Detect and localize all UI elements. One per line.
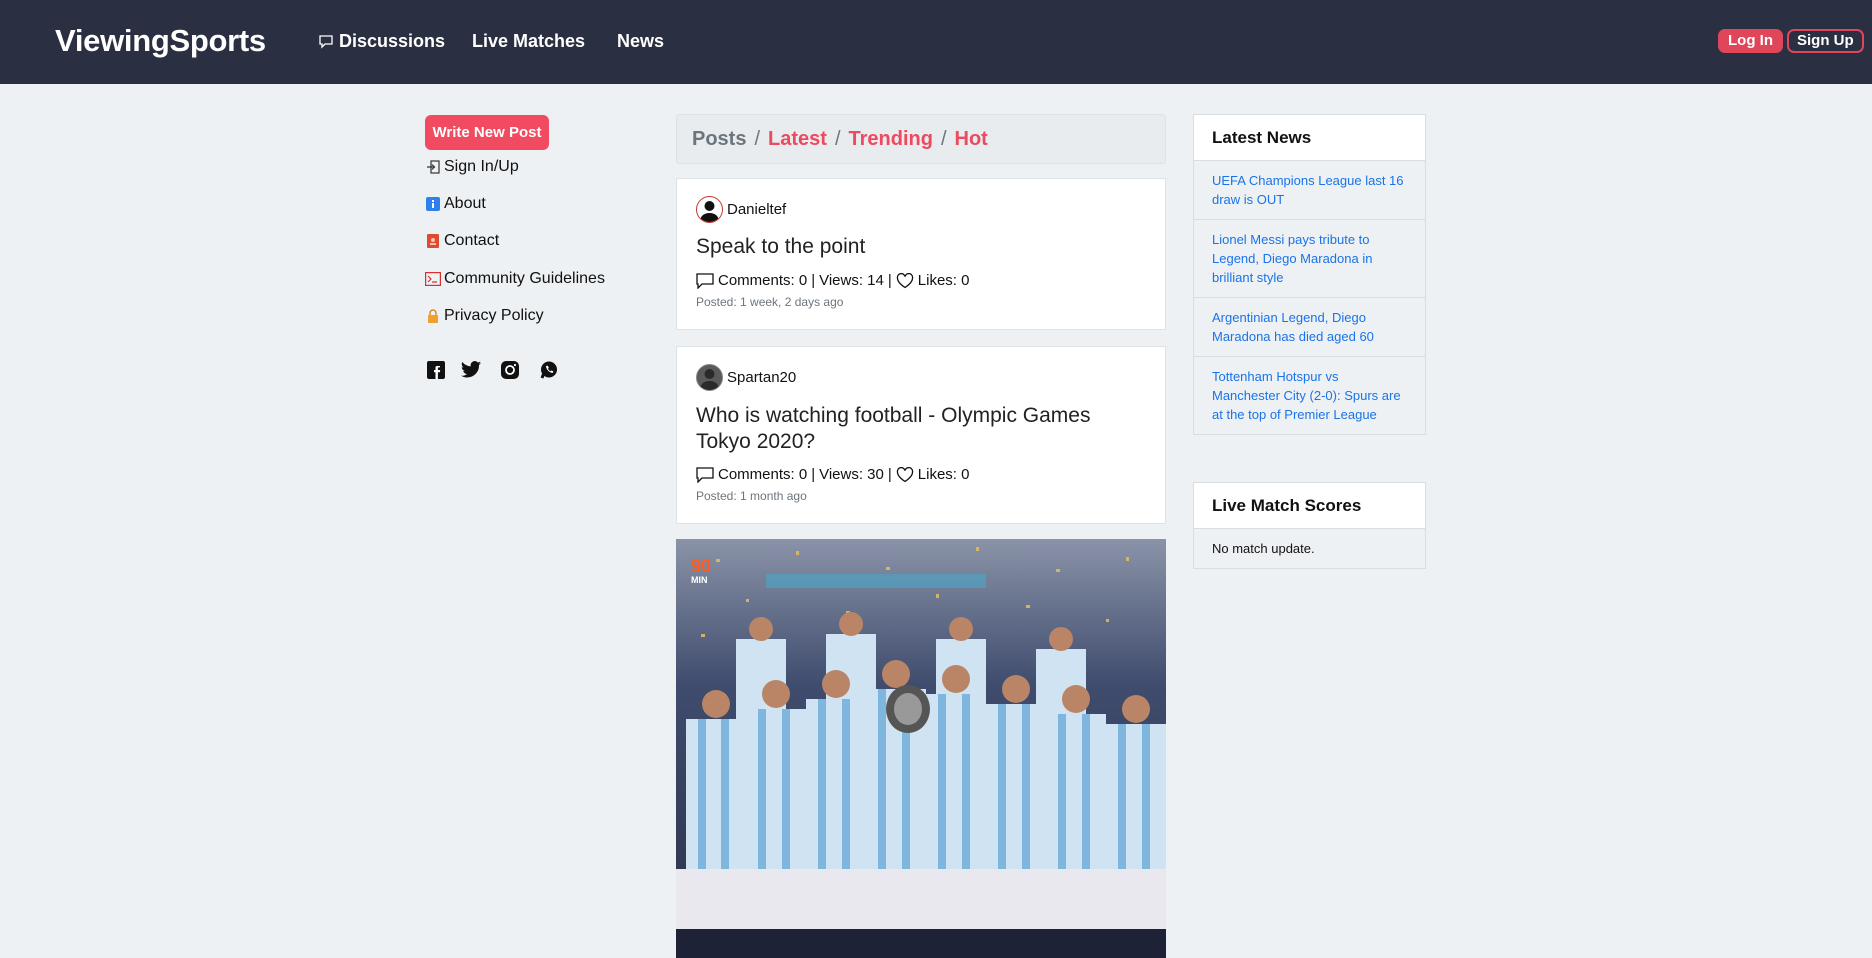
post-comments: Comments: 0 xyxy=(718,272,808,289)
avatar xyxy=(696,196,723,223)
post-stats: Comments: 0 | Views: 14 | Likes: 0 xyxy=(696,272,969,289)
news-link[interactable]: UEFA Champions League last 16 draw is OU… xyxy=(1194,161,1425,220)
sidebar-item-label: Sign In/Up xyxy=(444,158,519,175)
info-icon xyxy=(425,196,441,212)
crumb-trending[interactable]: Trending xyxy=(849,128,933,151)
contact-book-icon xyxy=(425,233,441,249)
sidebar-item-label: Community Guidelines xyxy=(444,270,605,287)
news-link[interactable]: Argentinian Legend, Diego Maradona has d… xyxy=(1194,298,1425,357)
sidebar-item-privacy-policy[interactable]: Privacy Policy xyxy=(425,307,544,325)
login-button[interactable]: Log In xyxy=(1718,29,1783,53)
post-title[interactable]: Speak to the point xyxy=(696,234,1136,260)
no-match-message: No match update. xyxy=(1212,541,1315,556)
write-new-post-button[interactable]: Write New Post xyxy=(425,115,549,150)
stats-divider: | xyxy=(811,272,816,289)
post-author-name: Danieltef xyxy=(727,201,787,218)
post-views: Views: 14 xyxy=(819,272,884,289)
crumb-separator: / xyxy=(754,127,761,150)
stats-divider: | xyxy=(887,466,892,483)
photo-badge-top: 90 xyxy=(691,556,711,576)
post-timestamp: Posted: 1 week, 2 days ago xyxy=(696,295,844,309)
news-link[interactable]: Lionel Messi pays tribute to Legend, Die… xyxy=(1194,220,1425,298)
sidebar-item-contact[interactable]: Contact xyxy=(425,232,499,250)
photo-badge-bottom: MIN xyxy=(691,575,708,585)
crumb-posts[interactable]: Posts xyxy=(692,128,746,151)
nav-discussions[interactable]: Discussions xyxy=(318,31,445,52)
stats-divider: | xyxy=(887,272,892,289)
crumb-hot[interactable]: Hot xyxy=(955,128,988,151)
facebook-icon[interactable] xyxy=(425,359,447,381)
post-likes: Likes: 0 xyxy=(917,272,970,289)
comment-icon xyxy=(696,272,714,289)
instagram-icon[interactable] xyxy=(499,359,521,381)
sidebar-item-community-guidelines[interactable]: Community Guidelines xyxy=(425,270,605,288)
nav-discussions-label: Discussions xyxy=(339,31,446,51)
live-scores-widget: Live Match Scores No match update. xyxy=(1193,482,1426,569)
post-image-celebration[interactable]: 90 MIN xyxy=(676,539,1166,958)
sign-in-icon xyxy=(425,159,441,175)
chat-icon xyxy=(319,34,333,49)
news-link[interactable]: Tottenham Hotspur vs Manchester City (2-… xyxy=(1194,357,1425,434)
post-author-name: Spartan20 xyxy=(727,369,797,386)
sidebar-item-about[interactable]: About xyxy=(425,195,486,213)
sidebar-item-label: About xyxy=(444,195,486,212)
twitter-icon[interactable] xyxy=(460,359,482,381)
post-title[interactable]: Who is watching football - Olympic Games… xyxy=(696,403,1136,455)
heart-icon[interactable] xyxy=(896,466,914,483)
post-timestamp: Posted: 1 month ago xyxy=(696,489,807,503)
terminal-icon xyxy=(425,271,441,287)
stats-divider: | xyxy=(811,466,816,483)
latest-news-widget: Latest News UEFA Champions League last 1… xyxy=(1193,114,1426,435)
post-stats: Comments: 0 | Views: 30 | Likes: 0 xyxy=(696,466,969,483)
live-scores-title: Live Match Scores xyxy=(1194,483,1425,529)
post-author[interactable]: Danieltef xyxy=(696,196,786,223)
avatar xyxy=(696,364,723,391)
post-card[interactable]: Spartan20 Who is watching football - Oly… xyxy=(676,346,1166,524)
post-likes: Likes: 0 xyxy=(917,466,970,483)
site-logo[interactable]: ViewingSports xyxy=(55,23,266,59)
sidebar-item-label: Privacy Policy xyxy=(444,307,544,324)
post-card[interactable]: Danieltef Speak to the point Comments: 0… xyxy=(676,178,1166,330)
comment-icon xyxy=(696,466,714,483)
signup-button[interactable]: Sign Up xyxy=(1787,29,1864,53)
nav-live-matches-label: Live Matches xyxy=(472,31,586,51)
crumb-separator: / xyxy=(940,127,947,150)
whatsapp-icon[interactable] xyxy=(538,359,560,381)
post-views: Views: 30 xyxy=(819,466,884,483)
nav-news-label: News xyxy=(617,31,665,51)
crumb-separator: / xyxy=(834,127,841,150)
post-filter-breadcrumb: Posts / Latest / Trending / Hot xyxy=(676,114,1166,164)
lock-icon xyxy=(425,308,441,324)
nav-news[interactable]: News xyxy=(617,31,664,52)
crumb-latest[interactable]: Latest xyxy=(768,128,827,151)
post-comments: Comments: 0 xyxy=(718,466,808,483)
sidebar-item-label: Contact xyxy=(444,232,500,249)
top-navbar: ViewingSports Discussions Live Matches N… xyxy=(0,0,1872,84)
post-author[interactable]: Spartan20 xyxy=(696,364,796,391)
latest-news-title: Latest News xyxy=(1194,115,1425,161)
sidebar-item-sign-in[interactable]: Sign In/Up xyxy=(425,158,519,176)
heart-icon[interactable] xyxy=(896,272,914,289)
nav-live-matches[interactable]: Live Matches xyxy=(472,31,585,52)
